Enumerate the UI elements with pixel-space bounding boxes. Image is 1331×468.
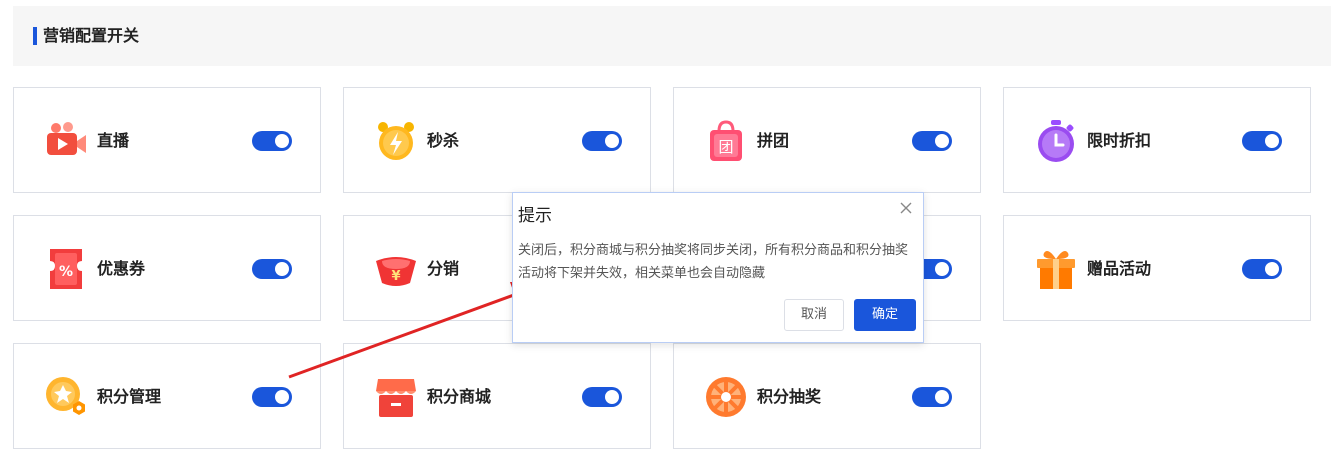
icon-glyph: ¥ [391,269,400,284]
card-points-lottery: 积分抽奖 [673,343,981,449]
card-label: 限时折扣 [1087,131,1152,150]
lottery-wheel-icon [706,377,746,417]
stopwatch-icon [1038,120,1074,162]
card-gift: 赠品活动 [1003,215,1311,321]
toggle-knob [935,134,949,148]
icon-glyph: 团 [718,138,733,156]
points-star-icon [46,377,85,415]
ingot-icon: ¥ [376,257,416,286]
toggle-knob [605,134,619,148]
toggle-knob [935,390,949,404]
toggle-knob [275,390,289,404]
card-live: 直播 [13,87,321,193]
coupon-toggle[interactable] [252,259,292,279]
toggle-knob [1265,134,1279,148]
gift-toggle[interactable] [1242,259,1282,279]
confirm-button[interactable]: 确定 [854,299,916,331]
card-label: 积分管理 [97,387,162,406]
card-points-management: 积分管理 [13,343,321,449]
card-label: 直播 [97,131,130,150]
limited-discount-toggle[interactable] [1242,131,1282,151]
group-buy-toggle[interactable] [912,131,952,151]
section-accent-bar [33,27,37,45]
card-label: 拼团 [757,131,790,150]
live-video-icon [47,122,86,155]
section-header: 营销配置开关 [13,6,1331,66]
points-management-toggle[interactable] [252,387,292,407]
card-label: 优惠券 [97,259,146,278]
dialog-title: 提示 [518,206,552,226]
toggle-knob [605,390,619,404]
close-icon[interactable] [897,199,915,217]
gift-icon [1037,251,1075,289]
card-label: 秒杀 [427,131,460,150]
alarm-clock-icon [378,122,414,160]
card-limited-discount: 限时折扣 [1003,87,1311,193]
toggle-knob [1265,262,1279,276]
points-mall-toggle[interactable] [582,387,622,407]
card-group-buy: 团 拼团 [673,87,981,193]
store-icon [376,379,416,417]
coupon-icon: % [50,249,82,289]
live-toggle[interactable] [252,131,292,151]
card-label: 赠品活动 [1087,259,1152,278]
card-label: 积分抽奖 [757,387,822,406]
card-label: 积分商城 [427,387,492,406]
toggle-knob [275,134,289,148]
dialog-message: 关闭后，积分商城与积分抽奖将同步关闭，所有积分商品和积分抽奖活动将下架并失效，相… [518,243,909,281]
points-lottery-toggle[interactable] [912,387,952,407]
card-label: 分销 [427,259,460,278]
group-bag-icon: 团 [710,120,742,161]
card-flash-sale: 秒杀 [343,87,651,193]
cancel-button[interactable]: 取消 [784,299,844,331]
card-coupon: % 优惠券 [13,215,321,321]
toggle-knob [935,262,949,276]
confirm-dialog: 提示 关闭后，积分商城与积分抽奖将同步关闭，所有积分商品和积分抽奖活动将下架并失… [512,192,924,343]
card-points-mall: 积分商城 [343,343,651,449]
toggle-knob [275,262,289,276]
icon-glyph: % [59,264,73,280]
flash-sale-toggle[interactable] [582,131,622,151]
section-title: 营销配置开关 [43,26,140,45]
